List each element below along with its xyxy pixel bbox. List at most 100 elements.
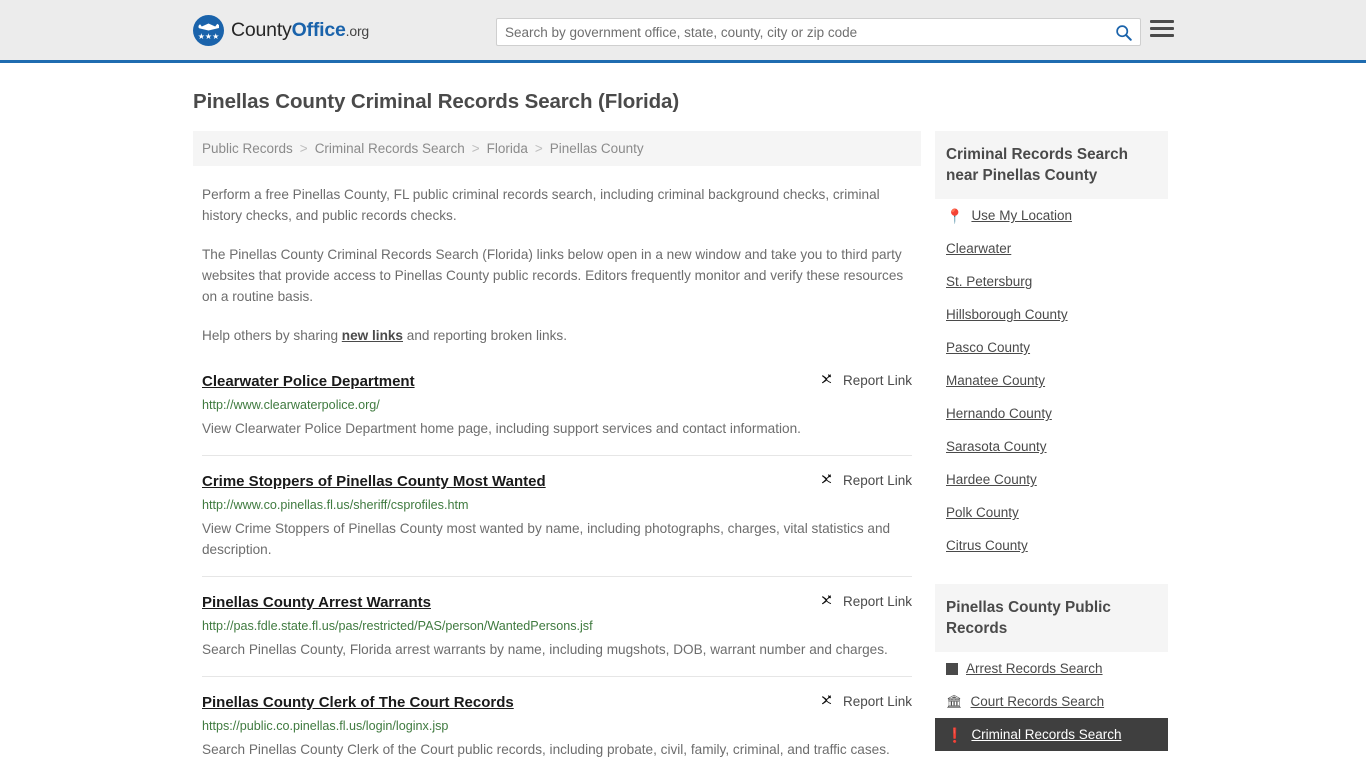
page-container: Pinellas County Criminal Records Search … xyxy=(0,90,1366,768)
brand-part-tld: .org xyxy=(345,22,370,39)
result-description: Search Pinellas County Clerk of the Cour… xyxy=(202,742,890,757)
search-button[interactable] xyxy=(1106,19,1140,45)
result-url: http://www.co.pinellas.fl.us/sheriff/csp… xyxy=(202,498,469,512)
result-description: Search Pinellas County, Florida arrest w… xyxy=(202,642,888,657)
sidebar-nearby-item[interactable]: Manatee County xyxy=(946,364,1157,397)
hamburger-menu-icon[interactable] xyxy=(1150,20,1174,37)
sidebar-nearby-link[interactable]: Hernando County xyxy=(946,406,1052,421)
sidebar-public-records-list: Arrest Records Search 🏛 Court Records Sear… xyxy=(935,652,1168,751)
map-pin-icon: 📍 xyxy=(946,207,964,224)
sidebar-nearby-link[interactable]: St. Petersburg xyxy=(946,274,1032,289)
intro-p3-after: and reporting broken links. xyxy=(403,328,567,343)
courthouse-icon: 🏛 xyxy=(946,694,963,709)
sidebar-public-records-link[interactable]: Arrest Records Search xyxy=(966,661,1103,676)
sidebar-nearby-item[interactable]: Pasco County xyxy=(946,331,1157,364)
report-link-button[interactable]: Report Link xyxy=(820,372,912,388)
result-title-link[interactable]: Clearwater Police Department xyxy=(202,372,415,391)
intro-paragraph-2: The Pinellas County Criminal Records Sea… xyxy=(202,247,904,304)
result-header: Crime Stoppers of Pinellas County Most W… xyxy=(202,472,912,491)
result-header: Pinellas County Clerk of The Court Recor… xyxy=(202,693,912,712)
result-url: https://public.co.pinellas.fl.us/login/l… xyxy=(202,719,449,733)
sidebar-nearby-link[interactable]: Manatee County xyxy=(946,373,1045,388)
sidebar-nearby-item[interactable]: Polk County xyxy=(946,496,1157,529)
fingerprint-icon xyxy=(946,662,958,675)
sidebar-public-records-item[interactable]: 🏛 Court Records Search xyxy=(946,685,1157,718)
sidebar-nearby-item[interactable]: Hardee County xyxy=(946,463,1157,496)
sidebar-nearby-link[interactable]: Hillsborough County xyxy=(946,307,1068,322)
intro-p3-before: Help others by sharing xyxy=(202,328,342,343)
brand-part-office: Office xyxy=(291,18,346,41)
sidebar-public-records-box: Pinellas County Public Records Arrest Re… xyxy=(935,584,1168,751)
sidebar-public-records-link[interactable]: Criminal Records Search xyxy=(971,727,1121,742)
sidebar-nearby-link[interactable]: Hardee County xyxy=(946,472,1037,487)
search-icon xyxy=(1115,24,1132,41)
report-link-label: Report Link xyxy=(842,473,912,488)
broken-link-icon xyxy=(821,695,832,705)
sidebar-nearby-item[interactable]: Citrus County xyxy=(946,529,1157,562)
report-link-label: Report Link xyxy=(842,373,912,388)
result-header: Pinellas County Arrest Warrants Report Li… xyxy=(202,593,912,612)
search-bar xyxy=(496,18,1141,46)
sidebar-nearby-link[interactable]: Clearwater xyxy=(946,241,1011,256)
result-header: Clearwater Police Department Report Link xyxy=(202,372,912,391)
county-office-seal-icon: ★★★ xyxy=(193,14,224,46)
breadcrumb-item-public-records[interactable]: Public Records xyxy=(202,141,293,156)
report-link-button[interactable]: Report Link xyxy=(820,693,912,709)
brand-part-county: County xyxy=(231,18,292,41)
breadcrumb-separator: > xyxy=(534,141,543,156)
result-title-link[interactable]: Pinellas County Clerk of The Court Recor… xyxy=(202,693,514,712)
sidebar-public-records-heading: Pinellas County Public Records xyxy=(935,584,1168,652)
results-list: Clearwater Police Department Report Link h… xyxy=(193,368,921,768)
report-link-button[interactable]: Report Link xyxy=(820,472,912,488)
sidebar-public-records-link[interactable]: Court Records Search xyxy=(971,694,1105,709)
result-item: Pinellas County Arrest Warrants Report Li… xyxy=(202,576,912,676)
sidebar-nearby-link[interactable]: Use My Location xyxy=(971,208,1072,223)
sidebar-nearby-item[interactable]: Hernando County xyxy=(946,397,1157,430)
report-link-button[interactable]: Report Link xyxy=(820,593,912,609)
breadcrumb-separator: > xyxy=(471,141,480,156)
sidebar-public-records-item[interactable]: ❗ Criminal Records Search xyxy=(935,718,1168,751)
main-column: Public Records > Criminal Records Search… xyxy=(193,131,921,768)
sidebar-nearby-link[interactable]: Pasco County xyxy=(946,340,1030,355)
sidebar-nearby-item[interactable]: 📍 Use My Location xyxy=(946,199,1157,232)
flame-icon: ❗ xyxy=(946,726,964,743)
sidebar-nearby-link[interactable]: Citrus County xyxy=(946,538,1028,553)
sidebar-nearby-heading: Criminal Records Search near Pinellas Co… xyxy=(935,131,1168,199)
breadcrumb-separator: > xyxy=(299,141,308,156)
sidebar: Criminal Records Search near Pinellas Co… xyxy=(935,131,1168,768)
breadcrumb: Public Records > Criminal Records Search… xyxy=(193,131,921,166)
result-item: Pinellas County Clerk of The Court Recor… xyxy=(202,676,912,768)
sidebar-nearby-box: Criminal Records Search near Pinellas Co… xyxy=(935,131,1168,562)
sidebar-nearby-link[interactable]: Polk County xyxy=(946,505,1019,520)
search-input[interactable] xyxy=(497,19,1106,45)
sidebar-nearby-list: 📍 Use My Location Clearwater St. Petersburg… xyxy=(935,199,1168,562)
site-logo[interactable]: ★★★ CountyOffice.org xyxy=(193,14,369,46)
result-title-link[interactable]: Crime Stoppers of Pinellas County Most W… xyxy=(202,472,546,491)
intro-paragraph-3: Help others by sharing new links and rep… xyxy=(202,325,912,346)
result-item: Clearwater Police Department Report Link h… xyxy=(202,368,912,455)
breadcrumb-item-pinellas-county[interactable]: Pinellas County xyxy=(550,141,644,156)
brand-wordmark: CountyOffice.org xyxy=(231,19,369,42)
broken-link-icon xyxy=(821,595,832,605)
report-link-label: Report Link xyxy=(842,694,912,709)
sidebar-nearby-link[interactable]: Sarasota County xyxy=(946,439,1047,454)
sidebar-nearby-item[interactable]: St. Petersburg xyxy=(946,265,1157,298)
intro-paragraph-1: Perform a free Pinellas County, FL publi… xyxy=(202,187,880,223)
content-columns: Public Records > Criminal Records Search… xyxy=(193,131,1173,768)
sidebar-public-records-item[interactable]: Arrest Records Search xyxy=(946,652,1157,685)
breadcrumb-item-florida[interactable]: Florida xyxy=(487,141,528,156)
broken-link-icon xyxy=(821,474,832,484)
site-header: ★★★ CountyOffice.org xyxy=(0,0,1366,63)
new-links-link[interactable]: new links xyxy=(342,328,403,343)
result-title-link[interactable]: Pinellas County Arrest Warrants xyxy=(202,593,431,612)
page-title: Pinellas County Criminal Records Search … xyxy=(193,90,680,113)
result-url: http://pas.fdle.state.fl.us/pas/restrict… xyxy=(202,619,593,633)
sidebar-nearby-item[interactable]: Sarasota County xyxy=(946,430,1157,463)
breadcrumb-item-criminal-records-search[interactable]: Criminal Records Search xyxy=(315,141,465,156)
broken-link-icon xyxy=(821,374,832,384)
result-description: View Clearwater Police Department home p… xyxy=(202,421,801,436)
sidebar-nearby-item[interactable]: Hillsborough County xyxy=(946,298,1157,331)
sidebar-nearby-item[interactable]: Clearwater xyxy=(946,232,1157,265)
result-url: http://www.clearwaterpolice.org/ xyxy=(202,398,380,412)
result-item: Crime Stoppers of Pinellas County Most W… xyxy=(202,455,912,576)
